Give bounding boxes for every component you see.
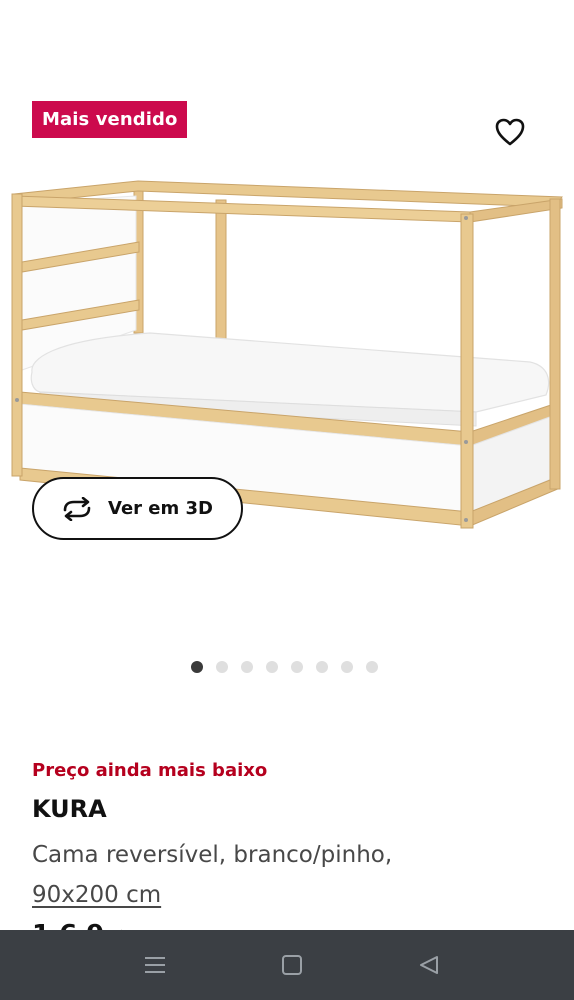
- carousel-dot[interactable]: [266, 661, 278, 673]
- heart-icon: [495, 118, 525, 146]
- home-square-icon[interactable]: [277, 950, 307, 980]
- product-description: Cama reversível, branco/pinho, 90x200 cm: [32, 835, 532, 915]
- carousel-dot[interactable]: [291, 661, 303, 673]
- view-in-3d-button[interactable]: Ver em 3D: [32, 477, 243, 540]
- product-name: KURA: [32, 795, 107, 823]
- favorite-button[interactable]: [492, 114, 528, 150]
- product-page: Mais vendido Ver em 3D Preço ainda mais …: [0, 0, 574, 1000]
- carousel-dot[interactable]: [191, 661, 203, 673]
- carousel-dot[interactable]: [341, 661, 353, 673]
- carousel-dot[interactable]: [316, 661, 328, 673]
- carousel-indicators: [191, 661, 378, 673]
- carousel-dot[interactable]: [366, 661, 378, 673]
- product-size-link[interactable]: 90x200 cm: [32, 882, 161, 908]
- badge-label: Mais vendido: [42, 109, 178, 130]
- carousel-dot[interactable]: [216, 661, 228, 673]
- menu-icon[interactable]: [140, 950, 170, 980]
- best-seller-badge: Mais vendido: [32, 101, 188, 138]
- promo-label: Preço ainda mais baixo: [32, 760, 268, 781]
- view-in-3d-label: Ver em 3D: [108, 498, 213, 519]
- back-triangle-icon[interactable]: [414, 950, 444, 980]
- rotate-arrows-icon: [60, 496, 94, 521]
- carousel-dot[interactable]: [241, 661, 253, 673]
- system-navigation-bar: [0, 930, 574, 1000]
- product-description-text: Cama reversível, branco/pinho,: [32, 842, 393, 868]
